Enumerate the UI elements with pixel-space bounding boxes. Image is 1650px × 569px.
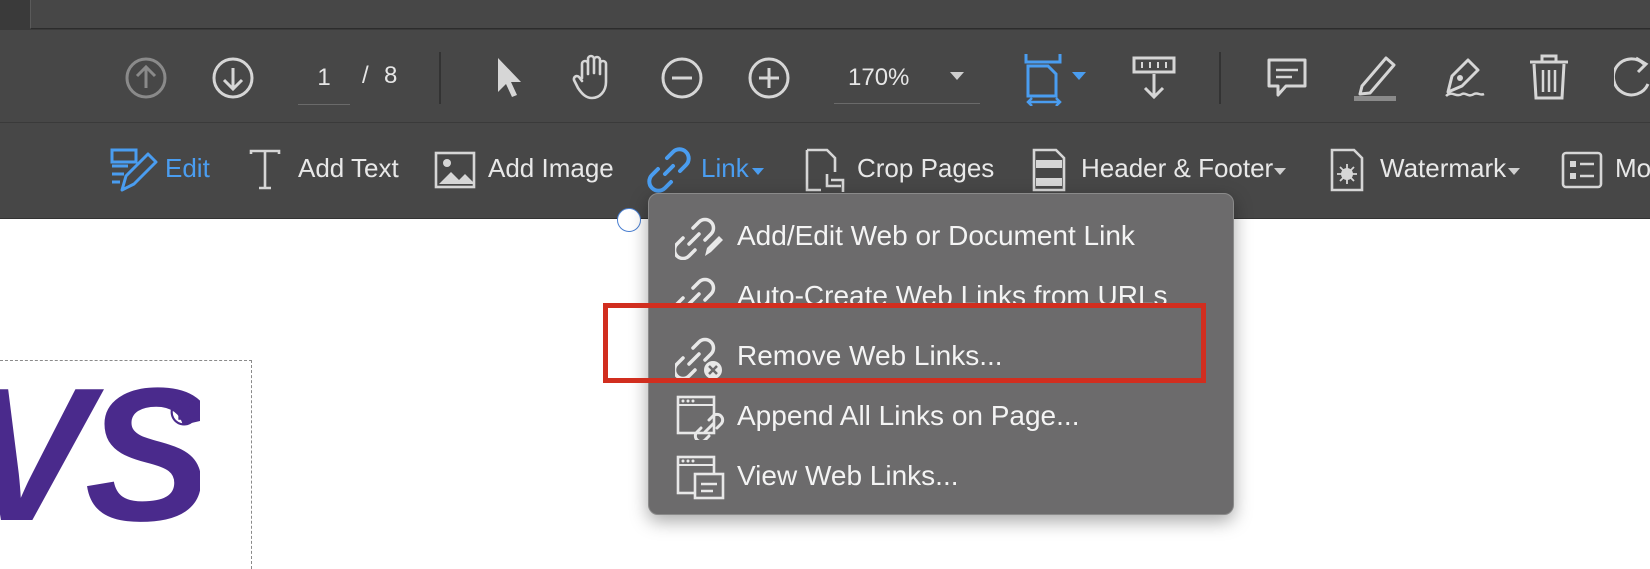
header-footer-icon[interactable] — [1030, 146, 1068, 194]
add-image-button[interactable]: Add Image — [488, 143, 614, 193]
page-number-field[interactable]: 1 — [298, 56, 350, 105]
document-tab[interactable] — [30, 0, 1650, 29]
page-fit-icon[interactable] — [1022, 50, 1064, 106]
more-icon[interactable] — [1560, 150, 1604, 190]
header-footer-dropdown-icon[interactable] — [1274, 168, 1286, 175]
zoom-level-field[interactable]: 170% — [834, 56, 980, 104]
scrolling-mode-icon[interactable] — [1130, 54, 1178, 102]
link-icon[interactable] — [645, 146, 693, 194]
menu-item-label: View Web Links... — [737, 460, 959, 491]
menu-item-label: Auto-Create Web Links from URLs — [737, 280, 1168, 308]
menu-item-label: Append All Links on Page... — [737, 400, 1080, 431]
hand-tool-icon[interactable] — [570, 52, 618, 102]
highlight-annotation-box — [603, 303, 1206, 383]
registered-mark: ® — [170, 392, 198, 434]
rotate-icon[interactable] — [1614, 54, 1650, 100]
edit-icon[interactable] — [106, 144, 162, 196]
watermark-dropdown-icon[interactable] — [1508, 168, 1520, 175]
page-fit-dropdown-icon[interactable] — [1072, 72, 1086, 80]
header-footer-button[interactable]: Header & Footer — [1081, 143, 1273, 193]
link-button[interactable]: Link — [701, 143, 749, 193]
toolbar-divider — [1219, 52, 1221, 104]
link-dropdown-icon[interactable] — [752, 168, 764, 175]
zoom-dropdown-icon[interactable] — [950, 72, 964, 80]
toolbar-divider — [439, 52, 441, 104]
delete-icon[interactable] — [1526, 52, 1572, 102]
edit-button[interactable]: Edit — [165, 143, 210, 193]
page-total: 8 — [384, 62, 398, 89]
menu-item-append-all-links[interactable]: Append All Links on Page... — [649, 388, 1233, 444]
append-links-icon — [676, 395, 725, 440]
crop-pages-button[interactable]: Crop Pages — [857, 143, 994, 193]
sign-icon[interactable] — [1438, 52, 1488, 102]
watermark-button[interactable]: Watermark — [1380, 143, 1506, 193]
menu-item-add-edit-link[interactable]: Add/Edit Web or Document Link — [649, 208, 1233, 264]
page-separator: / — [362, 62, 369, 89]
add-image-icon[interactable] — [433, 150, 477, 190]
menu-item-label: Add/Edit Web or Document Link — [737, 220, 1135, 251]
zoom-in-icon[interactable] — [746, 55, 792, 101]
zoom-out-icon[interactable] — [659, 55, 705, 101]
menu-item-view-web-links[interactable]: View Web Links... — [649, 448, 1233, 504]
view-links-icon — [676, 455, 725, 500]
menu-item-auto-create-links[interactable]: Auto-Create Web Links from URLs — [649, 268, 1233, 308]
window-tab-strip — [0, 0, 1650, 30]
more-button[interactable]: Mo — [1615, 143, 1650, 193]
add-text-icon[interactable] — [248, 148, 282, 192]
watermark-icon[interactable] — [1328, 146, 1366, 194]
highlight-icon[interactable] — [1350, 52, 1400, 102]
selection-handle[interactable] — [617, 208, 641, 232]
previous-page-icon[interactable] — [123, 55, 169, 101]
comment-icon[interactable] — [1264, 55, 1310, 101]
crop-pages-icon[interactable] — [803, 146, 847, 194]
link-edit-icon — [675, 217, 723, 260]
select-tool-icon[interactable] — [490, 54, 526, 100]
next-page-icon[interactable] — [210, 55, 256, 101]
add-text-button[interactable]: Add Text — [298, 143, 399, 193]
